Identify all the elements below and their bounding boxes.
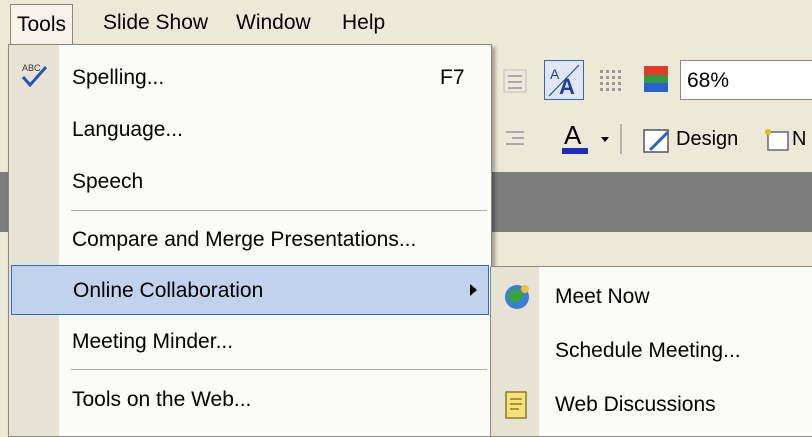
new-slide-icon <box>765 129 789 151</box>
font-color-icon[interactable]: A <box>558 118 592 158</box>
menu-slide-show[interactable]: Slide Show <box>97 7 214 39</box>
menu-item-label: Language... <box>72 118 183 141</box>
color-grayscale-icon[interactable] <box>640 62 672 96</box>
menu-tools[interactable]: Tools <box>10 4 74 45</box>
menu-separator <box>71 210 487 211</box>
menu-item-label: Speech <box>72 170 144 193</box>
menu-item-label: Compare and Merge Presentations... <box>72 228 417 251</box>
menu-item-meeting-minder[interactable]: Meeting Minder... <box>10 317 490 367</box>
menu-item-language[interactable]: Language... <box>10 105 490 155</box>
decrease-indent-icon[interactable] <box>500 124 530 154</box>
submenu-item-label: Meet Now <box>555 285 650 308</box>
font-size-toggle-button[interactable]: A A <box>544 60 584 100</box>
menu-help[interactable]: Help <box>336 7 391 39</box>
submenu-arrow-icon <box>470 284 477 296</box>
menu-window[interactable]: Window <box>230 7 317 39</box>
menu-item-online-collaboration[interactable]: Online Collaboration <box>11 265 489 315</box>
grid-icon[interactable] <box>596 66 624 94</box>
submenu-item-meet-now[interactable]: Meet Now <box>491 269 812 323</box>
design-button[interactable]: Design <box>676 128 738 151</box>
menu-item-speech[interactable]: Speech <box>10 157 490 207</box>
chevron-down-icon[interactable] <box>598 132 612 146</box>
spelling-check-icon: ABC <box>21 63 48 88</box>
online-collaboration-submenu: Meet Now Schedule Meeting... Web Discuss… <box>490 266 812 437</box>
line-spacing-icon[interactable] <box>500 66 530 96</box>
zoom-field[interactable]: 68% <box>680 60 812 100</box>
new-slide-button[interactable]: N <box>792 128 806 151</box>
svg-text:ABC: ABC <box>22 63 41 73</box>
menu-item-label: Tools on the Web... <box>72 388 252 411</box>
submenu-item-schedule-meeting[interactable]: Schedule Meeting... <box>491 323 812 377</box>
submenu-item-label: Schedule Meeting... <box>555 339 741 362</box>
shortcut-label: F7 <box>440 66 465 89</box>
tools-menu: ABC Spelling... F7 Language... Speech Co… <box>8 44 492 437</box>
submenu-item-label: Web Discussions <box>555 393 716 416</box>
menu-item-label: Spelling... <box>72 66 165 89</box>
menu-item-label: Meeting Minder... <box>72 330 234 353</box>
menu-item-tools-on-web[interactable]: Tools on the Web... <box>10 375 490 425</box>
menu-item-compare-merge[interactable]: Compare and Merge Presentations... <box>10 215 490 265</box>
discussion-note-icon <box>505 391 527 419</box>
menu-separator <box>71 369 487 370</box>
menu-item-spelling[interactable]: ABC Spelling... F7 <box>10 53 490 103</box>
submenu-item-web-discussions[interactable]: Web Discussions <box>491 377 812 431</box>
menu-item-label: Online Collaboration <box>73 279 264 302</box>
menu-bar: Tools Slide Show Window Help <box>0 0 812 45</box>
font-size-icon: A A <box>548 64 580 99</box>
svg-text:A: A <box>564 120 582 150</box>
globe-meeting-icon <box>505 285 529 309</box>
design-icon <box>643 129 670 153</box>
toolbar-divider <box>620 124 622 154</box>
